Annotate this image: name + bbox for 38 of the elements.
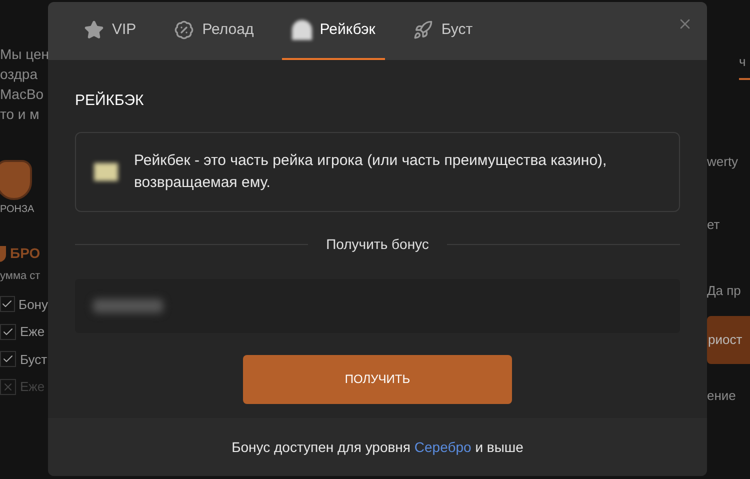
divider-label: Получить бонус bbox=[326, 234, 429, 254]
star-icon bbox=[84, 20, 104, 40]
tab[interactable]: VIP bbox=[74, 2, 146, 60]
intro-text: Мы цен bbox=[0, 45, 48, 64]
perk-label: Еже bbox=[20, 323, 45, 341]
perk-label: Бону bbox=[18, 296, 48, 314]
check-icon bbox=[2, 326, 14, 338]
input-field[interactable] bbox=[75, 278, 680, 332]
action-button[interactable]: риост bbox=[707, 316, 750, 364]
percent-badge-icon bbox=[174, 20, 194, 40]
section-title: РЕЙКБЭК bbox=[75, 90, 145, 111]
intro-text: MacBo bbox=[0, 85, 45, 104]
tab[interactable]: Буст bbox=[403, 2, 483, 60]
checkbox[interactable] bbox=[0, 296, 15, 312]
checkbox[interactable] bbox=[0, 351, 16, 368]
tab[interactable]: Релоад bbox=[164, 2, 264, 60]
checkbox[interactable] bbox=[0, 378, 16, 395]
badge-label: РОНЗА bbox=[0, 203, 36, 217]
rocket-icon bbox=[413, 20, 434, 40]
info-text: Рейкбек - это часть рейка игрока (или часть преимущества казино), возвращаемая ему. bbox=[134, 150, 608, 192]
tab[interactable]: Рейкбэк bbox=[282, 2, 386, 60]
tab[interactable]: ч bbox=[739, 52, 750, 80]
intro-text: то и м bbox=[0, 105, 40, 124]
level-link[interactable]: Серебро bbox=[414, 438, 472, 454]
claim-button[interactable]: ПОЛУЧИТЬ bbox=[243, 354, 512, 404]
info-text: ет bbox=[707, 216, 721, 234]
perk-label: Буст bbox=[20, 350, 48, 369]
username-text: werty bbox=[707, 152, 740, 171]
intro-text: оздра bbox=[0, 65, 38, 84]
checkbox[interactable] bbox=[0, 324, 16, 340]
sum-label: умма ст bbox=[0, 269, 42, 284]
info-text: Да пр bbox=[707, 282, 742, 300]
info-text: ение bbox=[707, 387, 737, 405]
cross-icon bbox=[2, 380, 14, 393]
blurred-value-icon bbox=[93, 298, 163, 312]
level-title: БРО bbox=[10, 244, 40, 263]
shield-badge-icon bbox=[0, 160, 32, 200]
footer-text: Бонус доступен для уровня Серебро и выше bbox=[232, 438, 524, 457]
